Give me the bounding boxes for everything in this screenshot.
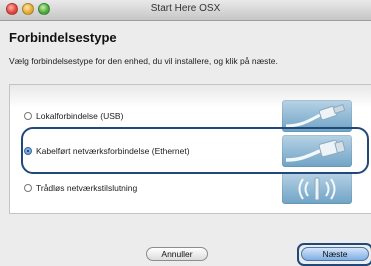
installer-window: Start Here OSX Forbindelsestype Vælg for… (0, 0, 371, 266)
selected-option-highlight (21, 127, 369, 174)
radio-usb[interactable] (24, 112, 32, 120)
cancel-button[interactable]: Annuller (146, 247, 208, 261)
wireless-signal-icon (282, 172, 352, 204)
option-usb-label: Lokalforbindelse (USB) (36, 111, 124, 121)
option-usb[interactable]: Lokalforbindelse (USB) (24, 103, 123, 129)
title-bar[interactable]: Start Here OSX (0, 0, 371, 21)
instruction-text: Vælg forbindelsestype for den enhed, du … (9, 56, 278, 66)
page-title: Forbindelsestype (9, 30, 117, 45)
radio-wireless[interactable] (24, 184, 32, 192)
next-button-highlight (297, 243, 371, 266)
option-wireless-label: Trådløs netværkstilslutning (36, 183, 138, 193)
window-title: Start Here OSX (150, 3, 221, 14)
option-wireless[interactable]: Trådløs netværkstilslutning (24, 175, 137, 201)
